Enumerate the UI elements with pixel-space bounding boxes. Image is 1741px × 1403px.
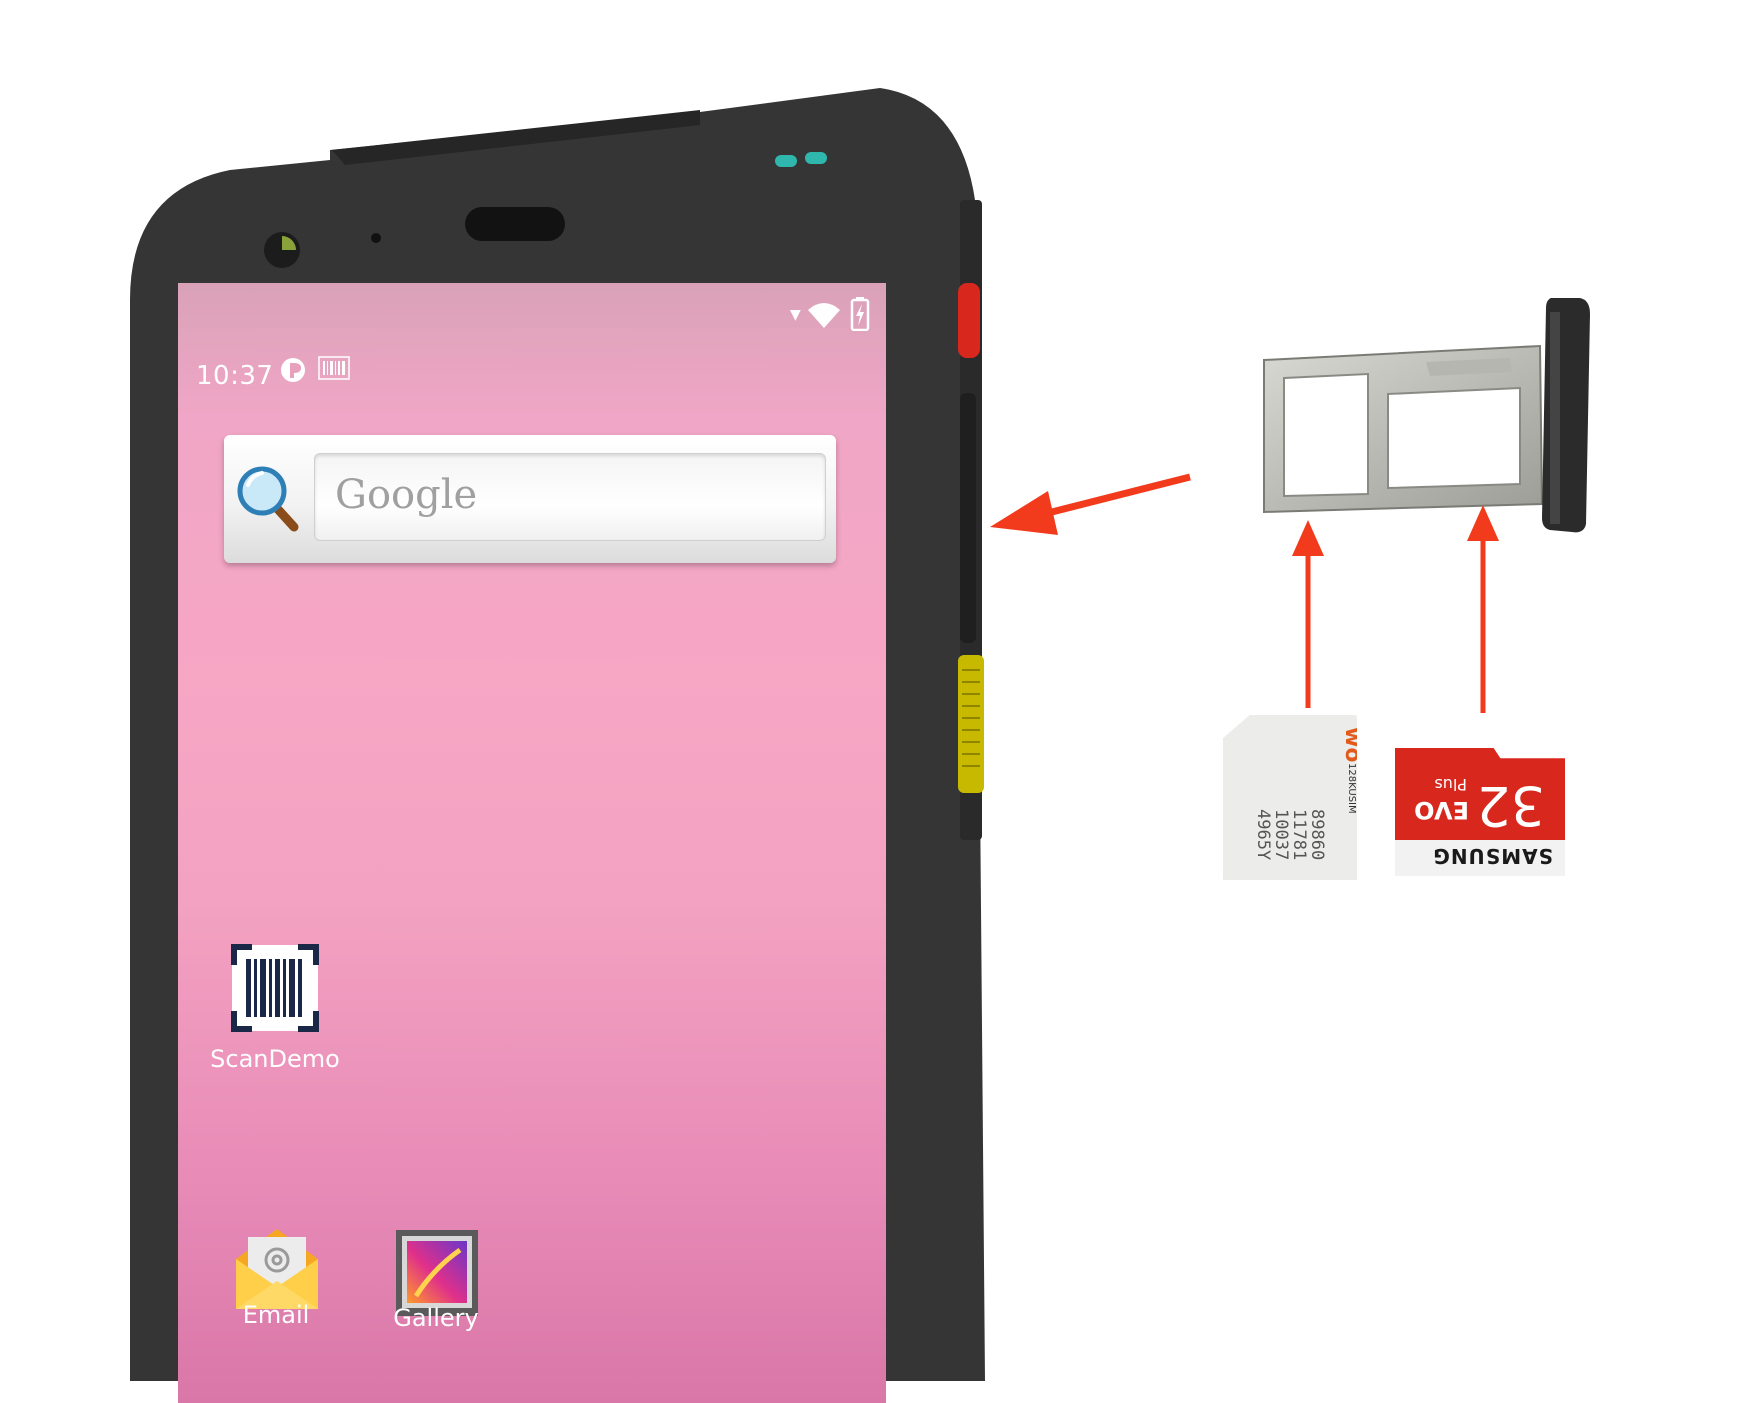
signal-indicator-icon: ▼ [790,307,801,323]
sim-tray [1263,298,1590,533]
scandemo-app-icon[interactable] [230,943,320,1033]
sim-number-line: 4965Y [1253,809,1273,861]
search-placeholder: Google [335,472,478,518]
sim-number-line: 11781 [1289,809,1309,861]
side-red-button [958,283,980,358]
microsd-text-block: SAMSUNG 32 EVO Plus [1395,748,1565,876]
google-search-widget[interactable]: Google [224,435,836,563]
sim-insert-arrow [1292,520,1324,708]
side-yellow-scan-button [958,655,984,793]
microsd-brand: SAMSUNG [1432,844,1553,868]
microsd-insert-arrow [1467,505,1499,713]
microsd-slot [1387,386,1521,490]
sim-tray-cap [1542,298,1590,533]
scandemo-app-label: ScanDemo [210,1045,340,1073]
phone-screen: 10:37 ▼ Google ScanDemo Email Gallery [178,283,886,1403]
sim-number-line: 89860 [1307,809,1327,861]
microsd-card: SAMSUNG 32 EVO Plus [1395,748,1565,876]
battery-charging-icon [850,297,870,331]
status-led [775,155,797,167]
microsd-capacity: 32 [1476,774,1545,837]
proximity-sensor [371,233,381,243]
insert-direction-arrow [990,473,1191,535]
nano-sim-card: wo 128KUSIM 89860 11781 10037 4965Y [1223,715,1357,880]
nano-sim-slot [1283,372,1369,498]
sim-number-line: 10037 [1271,809,1291,861]
sim-type-label: 128KUSIM [1346,763,1357,814]
side-volume-button [960,393,976,643]
magnifier-search-icon[interactable] [236,463,302,535]
sim-card-text-block: wo 128KUSIM 89860 11781 10037 4965Y [1249,721,1357,876]
microsd-evo-label: EVO [1414,796,1469,824]
notification-app-icon [281,358,305,382]
email-app-icon[interactable] [232,1223,322,1313]
wifi-icon [808,303,840,328]
gallery-app-label: Gallery [393,1304,479,1332]
status-time: 10:37 [196,361,274,391]
status-led [805,152,827,164]
search-input[interactable]: Google [314,453,826,541]
microsd-plus-label: Plus [1434,775,1467,794]
barcode-notification-icon [318,356,350,380]
earpiece-speaker [465,207,565,241]
